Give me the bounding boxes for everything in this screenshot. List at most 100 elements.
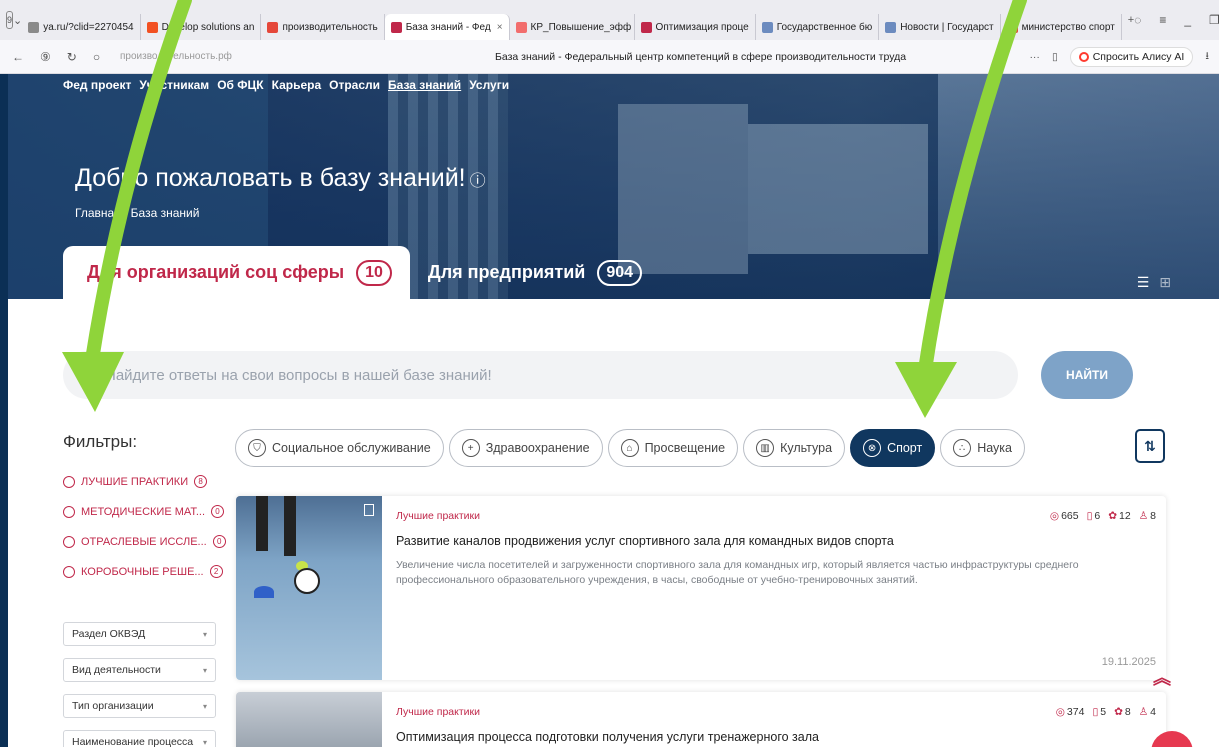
more-icon[interactable]: ···	[1029, 51, 1040, 63]
hero-banner: Фед проект Участникам Об ФЦК Карьера Отрасли…	[8, 74, 1219, 299]
molecule-icon: ∴	[953, 439, 972, 457]
favicon-icon	[1006, 21, 1018, 33]
info-icon[interactable]: ⓘ	[470, 173, 486, 190]
filter-option[interactable]: МЕТОДИЧЕСКИЕ МАТ... 0	[63, 505, 225, 518]
minimize-icon[interactable]: _	[1184, 13, 1191, 27]
card-stats: ◎ 665 ▯ 6 ✿ 12 ♙ 8	[1049, 510, 1156, 522]
gear-icon: ✿	[1114, 706, 1123, 718]
filter-option[interactable]: ОТРАСЛЕВЫЕ ИССЛЕ... 0	[63, 535, 226, 548]
scroll-up-icon[interactable]: ︽	[1153, 664, 1171, 690]
list-item[interactable]: Лучшие практики Развитие каналов продвиж…	[236, 496, 1166, 680]
card-title[interactable]: Оптимизация процесса подготовки получени…	[396, 730, 819, 744]
favicon-icon	[640, 21, 652, 33]
card-description: Увеличение числа посетителей и загруженн…	[396, 559, 1079, 586]
category-chip[interactable]: ∴ Наука	[940, 429, 1026, 467]
browser-tab[interactable]: База знаний - Фед ×	[384, 14, 510, 40]
radio-icon[interactable]	[63, 565, 75, 578]
filter-select[interactable]: Вид деятельности ▾	[63, 658, 216, 682]
browser-tab[interactable]: Develop solutions an	[141, 14, 262, 40]
audience-tabs: Для организаций соц сферы 10 Для предпри…	[63, 246, 660, 299]
card-image	[236, 496, 382, 680]
tab-social-sphere[interactable]: Для организаций соц сферы 10	[63, 246, 410, 299]
category-chip[interactable]: ⊗ Спорт	[850, 429, 936, 467]
favicon-icon	[761, 21, 773, 33]
filter-select[interactable]: Тип организации ▾	[63, 694, 216, 718]
favicon-icon	[28, 21, 40, 33]
nav-link[interactable]: База знаний	[388, 78, 461, 92]
lock-icon: ○	[92, 49, 101, 64]
radio-icon[interactable]	[63, 505, 75, 518]
favicon-icon	[146, 21, 158, 33]
close-tab-icon[interactable]: ×	[497, 22, 503, 33]
profile-icon[interactable]: ◌	[1134, 13, 1141, 27]
bookmark-icon: ▯	[1092, 706, 1099, 718]
category-chip[interactable]: ⛉ Социальное обслуживание	[235, 429, 444, 467]
browser-tab[interactable]: КР_Повышение_эфф	[510, 14, 635, 40]
tab-enterprises[interactable]: Для предприятий 904	[410, 246, 660, 299]
museum-icon: ▥	[756, 439, 775, 457]
category-chip[interactable]: ▥ Культура	[743, 429, 846, 467]
chevron-down-icon[interactable]: ⌄	[13, 11, 22, 29]
nav-link[interactable]: Участникам	[139, 78, 209, 92]
filter-option[interactable]: ЛУЧШИЕ ПРАКТИКИ 8	[63, 475, 208, 488]
card-stats: ◎ 374 ▯ 5 ✿ 8 ♙ 4	[1055, 706, 1156, 718]
reload-icon[interactable]: ↻	[67, 50, 77, 64]
ask-alice-button[interactable]: Спросить Алису AI	[1069, 46, 1194, 67]
count-badge: 8	[194, 475, 208, 488]
radio-icon[interactable]	[63, 475, 75, 488]
filters-title: Фильтры:	[63, 432, 138, 451]
category-chips: ⛉ Социальное обслуживание + Здравоохранение…	[235, 429, 1026, 467]
nav-link[interactable]: Фед проект	[63, 78, 131, 92]
radio-icon[interactable]	[63, 535, 75, 548]
ball-icon: ⊗	[863, 439, 882, 457]
yandex-icon[interactable]: ⑨	[40, 50, 51, 64]
gear-icon: ✿	[1108, 510, 1118, 522]
browser-tab[interactable]: Государственное бю	[756, 14, 880, 40]
browser-tab[interactable]: производительность	[261, 14, 385, 40]
nav-link[interactable]: Об ФЦК	[217, 78, 263, 92]
bookmark-icon: ▯	[1086, 510, 1093, 522]
browser-tab[interactable]: Оптимизация проце	[635, 14, 756, 40]
list-view-icon[interactable]: ☰	[1137, 274, 1150, 291]
thumbs-up-icon: ♙	[1138, 510, 1149, 522]
filter-select[interactable]: Раздел ОКВЭД ▾	[63, 622, 216, 646]
page-title: База знаний - Федеральный центр компетен…	[495, 50, 907, 63]
tab-counter[interactable]: 9	[6, 11, 14, 29]
browser-tab[interactable]: Новости | Государст	[879, 14, 1001, 40]
url-field[interactable]: производительность.рф	[120, 51, 350, 62]
nav-link[interactable]: Отрасли	[329, 78, 380, 92]
card-type[interactable]: Лучшие практики	[396, 706, 480, 718]
browser-tab[interactable]: министерство спорт	[1001, 14, 1122, 40]
download-icon[interactable]: ⭳	[1205, 48, 1209, 66]
count-badge: 904	[597, 259, 643, 286]
count-badge: 10	[356, 259, 392, 286]
browser-tab[interactable]: ya.ru/?clid=2270454	[22, 14, 141, 40]
site-nav: Фед проект Участникам Об ФЦК Карьера Отрасли…	[63, 78, 509, 92]
card-type[interactable]: Лучшие практики	[396, 510, 480, 522]
search-input[interactable]: Найдите ответы на свои вопросы в нашей б…	[63, 351, 1018, 399]
breadcrumb[interactable]: Главная / База знаний	[75, 206, 199, 220]
nav-link[interactable]: Услуги	[469, 78, 509, 92]
menu-icon[interactable]: ≡	[1159, 13, 1166, 27]
bookmark-icon[interactable]: ▯	[1052, 51, 1058, 63]
chevron-down-icon: ▾	[202, 737, 207, 747]
nav-link[interactable]: Карьера	[272, 78, 322, 92]
chevron-down-icon: ▾	[202, 629, 207, 639]
browser-tabbar: 9 ⌄ ya.ru/?clid=2270454 Develop solutions…	[0, 0, 1219, 40]
restore-icon[interactable]: ❐	[1209, 13, 1219, 27]
card-title[interactable]: Развитие каналов продвижения услуг спорт…	[396, 534, 894, 548]
bookmark-icon	[364, 504, 374, 516]
back-icon[interactable]: ←	[12, 50, 24, 64]
list-item[interactable]: Лучшие практики Оптимизация процесса под…	[236, 692, 1166, 747]
thumbs-up-icon: ♙	[1138, 706, 1149, 718]
sort-icon[interactable]: ⇅	[1135, 429, 1165, 463]
filter-select[interactable]: Наименование процесса ▾	[63, 730, 216, 747]
grid-view-icon[interactable]: ⊞	[1159, 274, 1171, 291]
filter-option[interactable]: КОРОБОЧНЫЕ РЕШЕ... 2	[63, 565, 223, 578]
card-image	[236, 692, 382, 747]
category-chip[interactable]: ⌂ Просвещение	[607, 429, 739, 467]
favicon-icon	[885, 21, 897, 33]
medical-cross-icon: +	[461, 439, 480, 457]
search-button[interactable]: НАЙТИ	[1041, 351, 1133, 399]
category-chip[interactable]: + Здравоохранение	[448, 429, 603, 467]
